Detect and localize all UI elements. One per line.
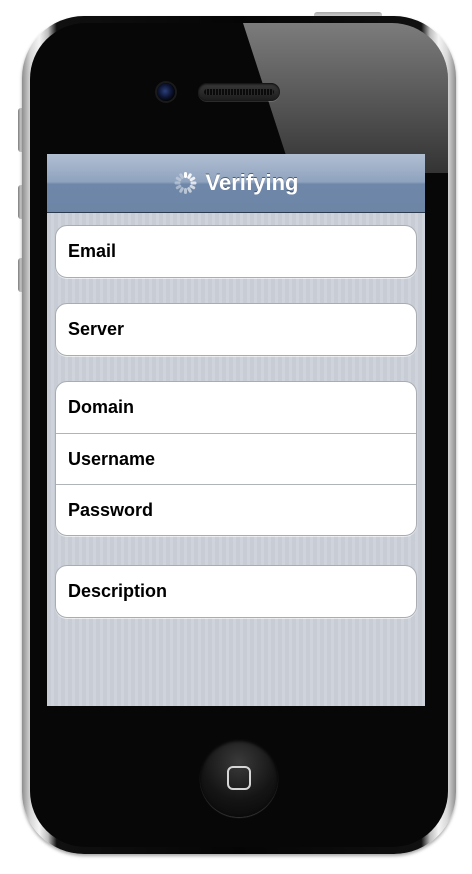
navigation-bar: Verifying [47, 154, 425, 213]
description-field[interactable]: Description [56, 566, 416, 617]
username-field[interactable]: Username [56, 433, 416, 484]
activity-spinner-icon [174, 172, 197, 194]
credentials-group: Domain Username Password [55, 381, 417, 536]
home-square-icon [227, 766, 251, 790]
domain-field[interactable]: Domain [56, 382, 416, 433]
email-group: Email [55, 225, 417, 278]
nav-title: Verifying [205, 170, 299, 195]
server-field[interactable]: Server [56, 304, 416, 355]
front-camera-icon [157, 83, 175, 101]
device-frame: Verifying Email Server Domain Username P… [0, 0, 472, 874]
earpiece-speaker-icon [198, 83, 280, 101]
email-field[interactable]: Email [56, 226, 416, 277]
description-group: Description [55, 565, 417, 618]
server-group: Server [55, 303, 417, 356]
screen: Verifying Email Server Domain Username P… [47, 154, 425, 706]
password-field[interactable]: Password [56, 484, 416, 535]
home-button[interactable] [200, 739, 278, 817]
